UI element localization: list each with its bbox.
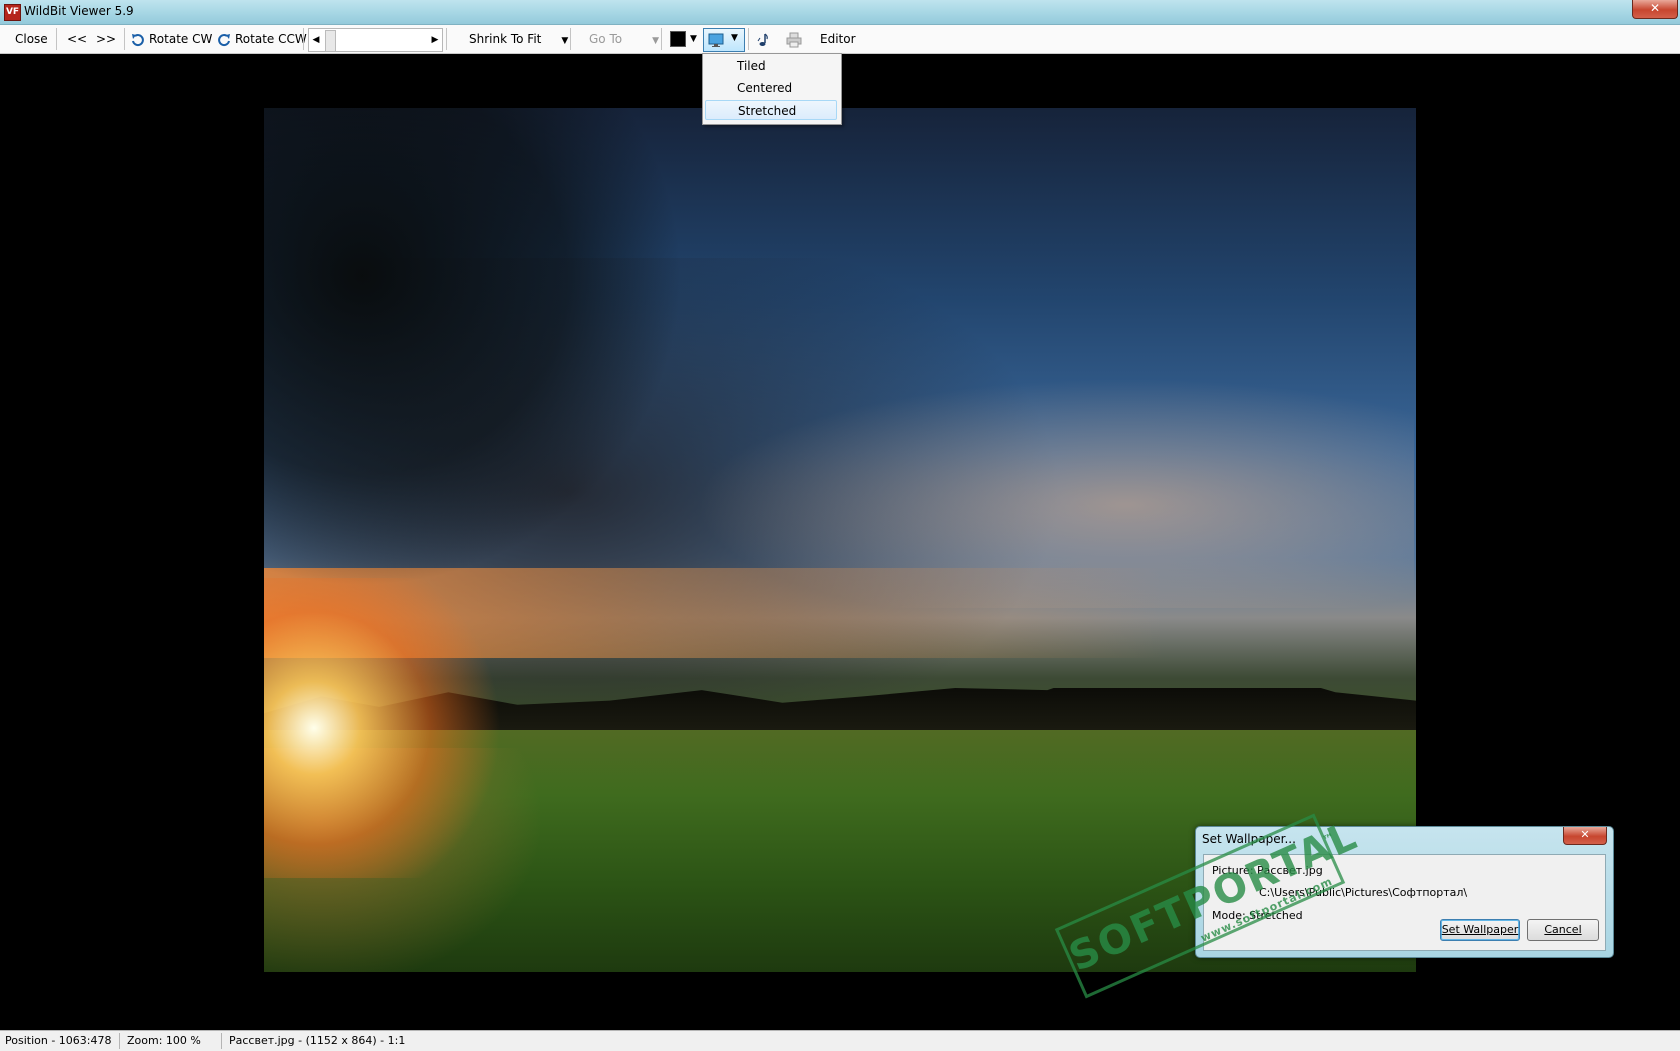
- wallpaper-button[interactable]: ▼: [703, 28, 745, 52]
- set-wallpaper-label: Set Wallpaper: [1441, 923, 1519, 936]
- chevron-down-icon: ▼: [652, 36, 660, 46]
- toolbar-separator: [446, 28, 447, 50]
- toolbar-separator: [56, 28, 57, 50]
- toolbar-separator: [303, 28, 304, 50]
- set-wallpaper-button[interactable]: Set Wallpaper: [1440, 919, 1520, 941]
- chevron-down-icon: ▼: [731, 33, 738, 43]
- print-button[interactable]: [786, 25, 805, 53]
- status-file: Рассвет.jpg - (1152 x 864) - 1:1: [229, 1034, 406, 1047]
- zoom-mode-value: Shrink To Fit: [469, 32, 542, 46]
- dialog-close-button[interactable]: ✕: [1563, 827, 1607, 845]
- toolbar-separator: [570, 28, 571, 50]
- status-position: Position - 1063:478: [0, 1033, 120, 1049]
- window-close-button[interactable]: ✕: [1632, 0, 1678, 19]
- cancel-button[interactable]: Cancel: [1527, 919, 1599, 941]
- rotate-ccw-button[interactable]: Rotate CCW: [216, 25, 307, 53]
- toolbar-separator: [124, 28, 125, 50]
- background-color-button[interactable]: [670, 31, 686, 47]
- wallpaper-mode-menu: Tiled Centered Stretched: [702, 53, 842, 125]
- printer-icon: [786, 32, 802, 47]
- app-icon: VF: [4, 4, 21, 21]
- zoom-mode-dropdown[interactable]: Shrink To Fit ▼: [469, 25, 568, 53]
- rotate-ccw-label: Rotate CCW: [235, 32, 307, 46]
- next-button[interactable]: >>: [96, 25, 116, 53]
- scroll-left-icon[interactable]: ◀: [309, 29, 323, 51]
- status-bar: Position - 1063:478 Zoom: 100 % Рассвет.…: [0, 1030, 1680, 1051]
- toolbar: Close << >> Rotate CW Rotate CCW ◀ ▶ Shr…: [0, 25, 1680, 54]
- rotate-cw-button[interactable]: Rotate CW: [130, 25, 212, 53]
- title-bar: VF WildBit Viewer 5.9 ✕: [0, 0, 1680, 25]
- scroll-right-icon[interactable]: ▶: [428, 29, 442, 51]
- window-title: WildBit Viewer 5.9: [24, 4, 134, 18]
- toolbar-separator: [661, 28, 662, 50]
- chevron-down-icon[interactable]: ▼: [690, 25, 697, 53]
- previous-button[interactable]: <<: [67, 25, 87, 53]
- menu-item-tiled[interactable]: Tiled: [705, 56, 837, 76]
- monitor-icon: [708, 33, 724, 47]
- goto-label: Go To: [589, 32, 623, 46]
- toolbar-separator: [748, 28, 749, 50]
- menu-item-stretched[interactable]: Stretched: [705, 100, 837, 120]
- music-note-icon: [757, 33, 768, 46]
- scroll-thumb[interactable]: [325, 30, 336, 52]
- goto-dropdown[interactable]: Go To ▼: [589, 25, 659, 53]
- rotate-ccw-icon: [218, 33, 230, 46]
- editor-button[interactable]: Editor: [820, 25, 856, 53]
- rotate-cw-label: Rotate CW: [149, 32, 213, 46]
- slideshow-button[interactable]: [755, 25, 774, 53]
- rotate-cw-icon: [132, 33, 144, 46]
- close-button[interactable]: Close: [15, 25, 48, 53]
- chevron-down-icon: ▼: [561, 36, 569, 46]
- status-zoom: Zoom: 100 %: [122, 1033, 222, 1049]
- cancel-label: Cancel: [1544, 923, 1582, 936]
- menu-item-centered[interactable]: Centered: [705, 78, 837, 98]
- image-scrollbar[interactable]: ◀ ▶: [308, 28, 443, 52]
